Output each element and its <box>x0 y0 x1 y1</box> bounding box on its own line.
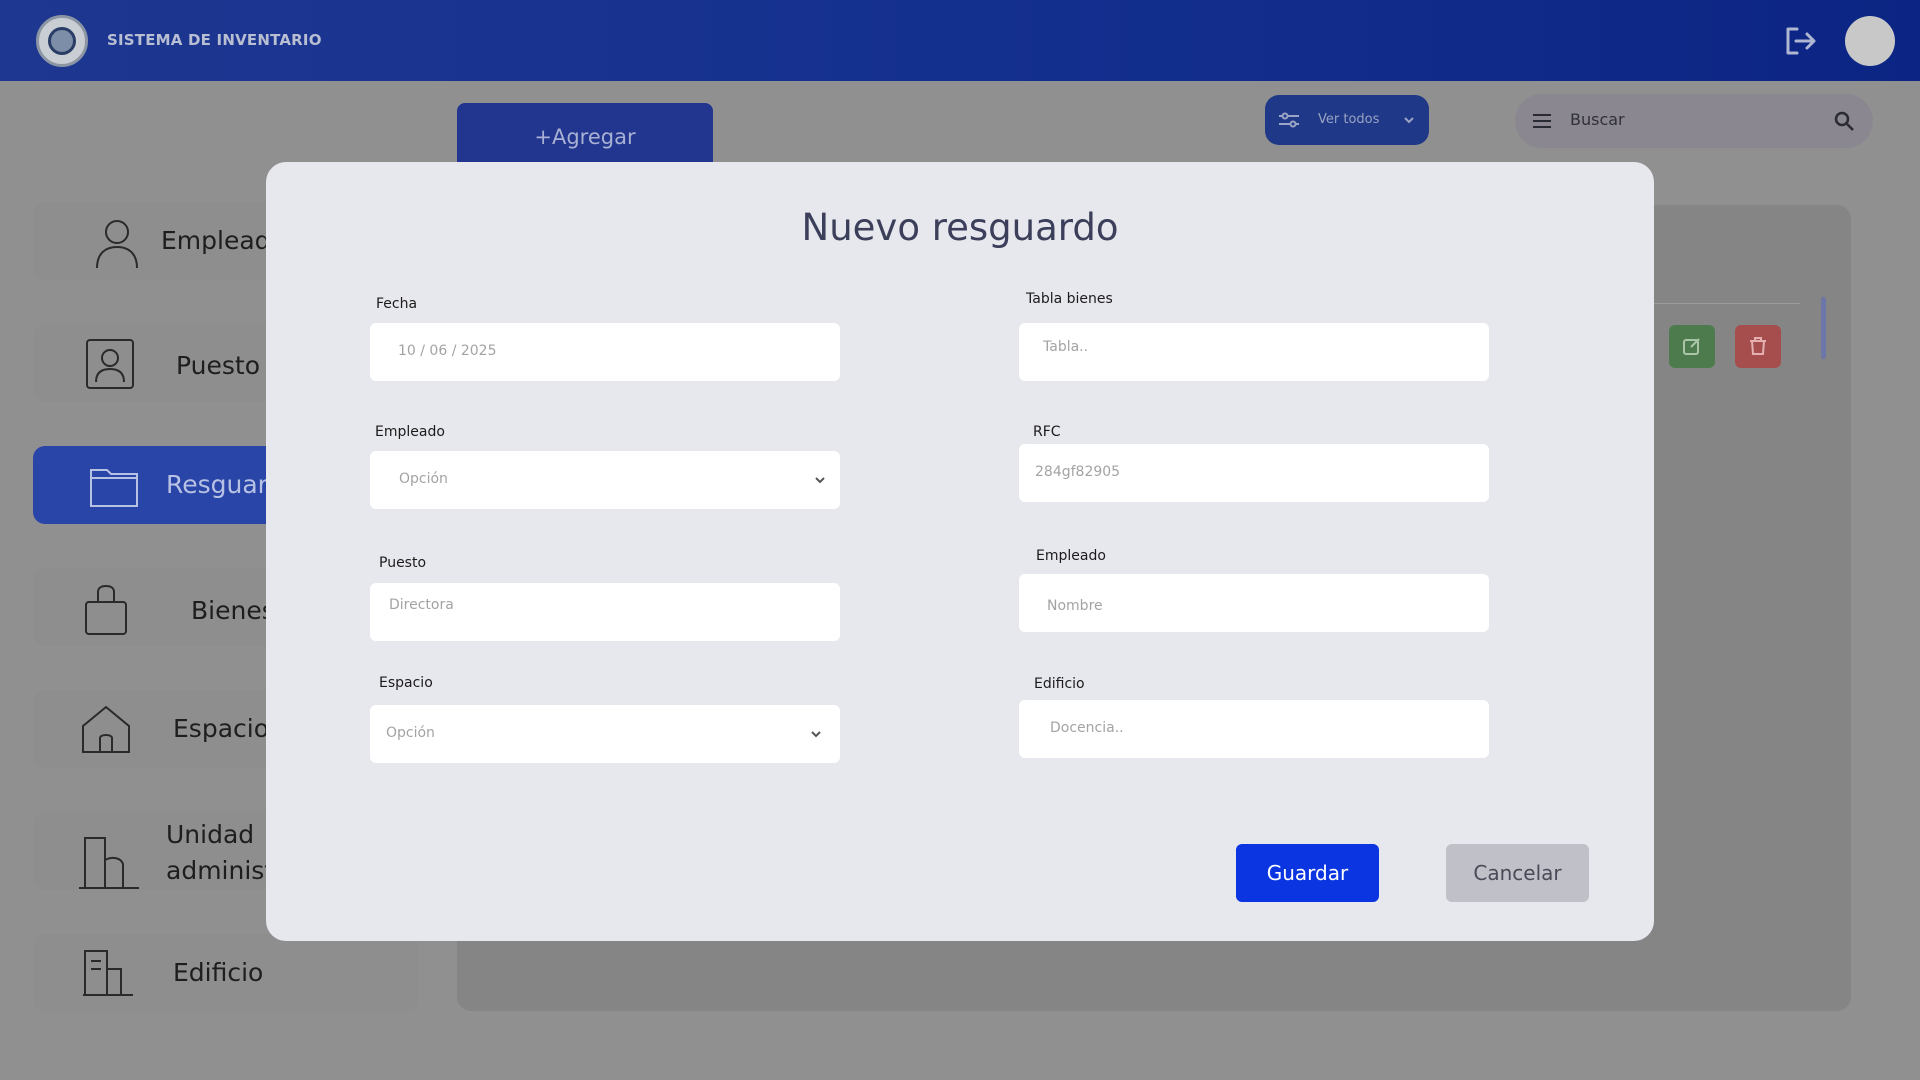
fecha-label: Fecha <box>376 296 418 312</box>
buildings-icon <box>79 837 139 889</box>
search-icon[interactable] <box>1833 110 1855 132</box>
building-icon <box>83 950 133 996</box>
fecha-value: 10 / 06 / 2025 <box>398 343 497 359</box>
edit-icon <box>1683 338 1700 355</box>
edit-button[interactable] <box>1669 325 1715 368</box>
empleado-select-value: Opción <box>399 471 448 487</box>
espacio-select-value: Opción <box>386 725 435 741</box>
puesto-label: Puesto <box>379 555 427 571</box>
table-divider <box>1640 303 1800 304</box>
rfc-label: RFC <box>1033 424 1061 440</box>
filter-dropdown[interactable]: Ver todos <box>1265 95 1429 145</box>
espacio-label: Espacio <box>379 675 433 691</box>
app-title: SISTEMA DE INVENTARIO <box>107 31 322 49</box>
scrollbar-thumb[interactable] <box>1821 297 1826 359</box>
empleado-name-input[interactable]: Nombre <box>1019 574 1489 632</box>
app-header: SISTEMA DE INVENTARIO <box>0 0 1920 81</box>
puesto-placeholder: Directora <box>389 597 454 613</box>
chevron-down-icon <box>1404 117 1414 124</box>
person-icon <box>96 220 138 269</box>
fecha-date-input[interactable]: 10 / 06 / 2025 <box>370 323 840 381</box>
sidebar-item-edificio[interactable]: Edificio <box>33 934 419 1012</box>
add-button[interactable]: +Agregar <box>457 103 713 167</box>
puesto-input[interactable]: Directora <box>370 583 840 641</box>
tabla-bienes-label: Tabla bienes <box>1026 291 1113 307</box>
save-button[interactable]: Guardar <box>1236 844 1379 902</box>
empleado-select[interactable]: Opción <box>370 451 840 509</box>
espacio-select[interactable]: Opción <box>370 705 840 763</box>
emblem-icon <box>36 15 88 67</box>
edificio-label: Edificio <box>1034 676 1085 692</box>
search-input[interactable]: Buscar <box>1570 110 1625 129</box>
briefcase-icon <box>85 584 127 635</box>
chevron-down-icon <box>811 731 821 738</box>
badge-icon <box>86 339 134 389</box>
sidebar-item-label: Espacio <box>173 714 269 743</box>
house-icon <box>82 705 130 753</box>
menu-icon[interactable] <box>1531 112 1553 130</box>
rfc-placeholder: 284gf82905 <box>1035 464 1121 480</box>
edificio-placeholder: Docencia.. <box>1050 720 1124 736</box>
cancel-button[interactable]: Cancelar <box>1446 844 1589 902</box>
empleado-name-placeholder: Nombre <box>1047 598 1103 614</box>
empleado-name-label: Empleado <box>1036 548 1106 564</box>
filter-icon <box>1279 112 1299 128</box>
avatar[interactable] <box>1845 16 1895 66</box>
empleado-select-label: Empleado <box>375 424 445 440</box>
folder-icon <box>90 469 138 507</box>
rfc-input[interactable]: 284gf82905 <box>1019 444 1489 502</box>
trash-icon <box>1750 337 1766 355</box>
new-resguardo-modal: Nuevo resguardo Fecha 10 / 06 / 2025 Emp… <box>266 162 1654 941</box>
sidebar-item-label: Bienes <box>191 596 275 625</box>
sidebar-item-label: Puesto <box>176 351 260 380</box>
edificio-input[interactable]: Docencia.. <box>1019 700 1489 758</box>
tabla-bienes-input[interactable]: Tabla.. <box>1019 323 1489 381</box>
delete-button[interactable] <box>1735 325 1781 368</box>
chevron-down-icon <box>815 477 825 484</box>
filter-label: Ver todos <box>1318 112 1380 127</box>
modal-title: Nuevo resguardo <box>801 206 1119 249</box>
tabla-bienes-placeholder: Tabla.. <box>1043 339 1089 355</box>
sidebar-item-label: Edificio <box>173 958 264 987</box>
search-bar[interactable]: Buscar <box>1515 94 1873 148</box>
logout-icon[interactable] <box>1783 24 1817 58</box>
